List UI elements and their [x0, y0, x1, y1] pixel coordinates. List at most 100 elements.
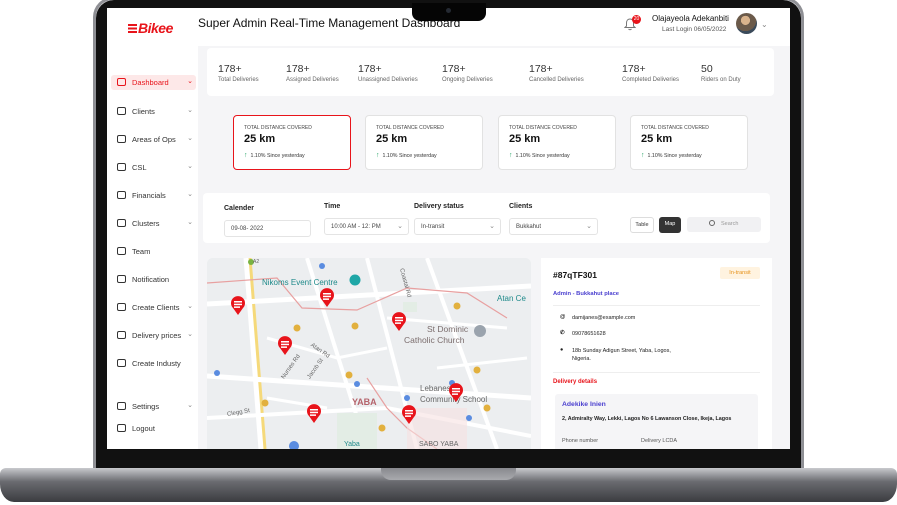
stat-completed-deliveries[interactable]: 178+ Completed Deliveries [622, 63, 679, 83]
sidebar-item-clients[interactable]: Clients ⌄ [111, 104, 196, 119]
delivery-details-title: Delivery details [553, 379, 598, 385]
delivery-pin-icon[interactable] [319, 288, 335, 308]
avatar[interactable] [736, 13, 757, 34]
delivery-map[interactable]: Nikoms Event Centre Atan Ce St Dominic C… [207, 258, 531, 449]
stat-ongoing-deliveries[interactable]: 178+ Ongoing Deliveries [442, 63, 493, 83]
search-input[interactable]: Search [687, 217, 761, 232]
recipient-name: Adekike Inien [562, 401, 606, 408]
delivery-status-select[interactable]: In-transit ⌄ [414, 218, 501, 235]
map-roads [207, 258, 531, 449]
map-label: St Dominic [427, 324, 469, 334]
distance-card[interactable]: TOTAL DISTANCE COVERED 25 km ↑ 1.10% Since … [630, 115, 748, 170]
chevron-down-icon: ⌄ [187, 191, 193, 198]
stat-riders-on-duty[interactable]: 50 Riders on Duty [701, 63, 741, 83]
chart-icon [117, 275, 126, 283]
time-label: Time [324, 203, 341, 210]
chevron-down-icon: ⌄ [397, 223, 403, 230]
chevron-down-icon: ⌄ [187, 331, 193, 338]
search-icon [709, 220, 715, 226]
table-view-button[interactable]: Table [630, 217, 654, 233]
chevron-down-icon[interactable]: ⌄ [761, 20, 768, 29]
phone-number-label: Phone number [562, 438, 599, 444]
logout-icon [117, 424, 126, 432]
delivery-pin-icon[interactable] [277, 336, 293, 356]
chevron-down-icon: ⌄ [489, 223, 495, 230]
delivery-pin-icon[interactable] [230, 296, 246, 316]
map-label: Catholic Church [404, 335, 465, 345]
contact-phone: ✆ 09078651628 [560, 330, 606, 337]
screen: Bikee Super Admin Real-Time Management D… [107, 8, 790, 449]
divider [553, 372, 760, 373]
sidebar-item-create-industy[interactable]: Create Industy [111, 356, 196, 371]
chevron-down-icon: ⌄ [187, 78, 193, 85]
dashboard-icon [117, 78, 126, 86]
status-badge: In-transit [720, 267, 760, 279]
stat-cancelled-deliveries[interactable]: 178+ Cancelled Deliveries [529, 63, 584, 83]
user-name: Olajayeola Adekanbiti [652, 14, 729, 23]
stat-unassigned-deliveries[interactable]: 178+ Unassigned Deliveries [358, 63, 418, 83]
order-id: #87qTF301 [553, 270, 597, 280]
contact-email: @ damijanes@example.com [560, 314, 636, 321]
briefcase-icon [117, 402, 126, 410]
sidebar-item-areas-of-ops[interactable]: Areas of Ops ⌄ [111, 132, 196, 147]
chevron-down-icon: ⌄ [187, 107, 193, 114]
sidebar-item-clusters[interactable]: Clusters ⌄ [111, 216, 196, 231]
chevron-down-icon: ⌄ [187, 402, 193, 409]
sidebar-item-create-clients[interactable]: Create Clients ⌄ [111, 300, 196, 315]
map-label: SABO YABA [419, 441, 459, 448]
map-label: Nikoms Event Centre [262, 278, 338, 287]
briefcase-icon [117, 331, 126, 339]
sidebar-item-csl[interactable]: CSL ⌄ [111, 160, 196, 175]
chevron-down-icon: ⌄ [187, 163, 193, 170]
delivery-status-label: Delivery status [414, 203, 464, 210]
map-label: Yaba [344, 441, 360, 448]
delivery-pin-icon[interactable] [448, 383, 464, 403]
sidebar-item-team[interactable]: Team [111, 244, 196, 259]
contact-address: ● 18b Sunday Adigun Street, Yaba, Logos, … [560, 347, 671, 362]
order-owner: Admin - Bukkahut place [553, 291, 620, 297]
map-label: A2 [253, 259, 260, 265]
recipient-address: 2, Admiralty Way, Lekki, Lagos No 6 Lawa… [562, 416, 732, 422]
time-select[interactable]: 10:00 AM - 12: PM ⌄ [324, 218, 409, 235]
delivery-lcda-label: Delivery LCDA [641, 438, 678, 444]
stat-assigned-deliveries[interactable]: 178+ Assigned Deliveries [286, 63, 339, 83]
location-pin-icon: ● [560, 347, 564, 353]
calendar-input[interactable]: 09-08- 2022 [224, 220, 311, 237]
chart-icon [117, 107, 126, 115]
chevron-down-icon: ⌄ [586, 223, 592, 230]
stat-total-deliveries[interactable]: 178+ Total Deliveries [218, 63, 259, 83]
sidebar-item-logout[interactable]: Logout [111, 421, 196, 436]
phone-icon: ✆ [560, 330, 565, 336]
briefcase-icon [117, 247, 126, 255]
order-detail-panel: #87qTF301 In-transit Admin - Bukkahut pl… [541, 258, 772, 449]
distance-card[interactable]: TOTAL DISTANCE COVERED 25 km ↑ 1.10% Since … [498, 115, 616, 170]
delivery-pin-icon[interactable] [306, 404, 322, 424]
chevron-down-icon: ⌄ [187, 219, 193, 226]
delivery-pin-icon[interactable] [391, 312, 407, 332]
distance-card[interactable]: TOTAL DISTANCE COVERED 25 km ↑ 1.10% Since … [365, 115, 483, 170]
delivery-pin-icon[interactable] [401, 405, 417, 425]
briefcase-icon [117, 219, 126, 227]
sidebar-item-settings[interactable]: Settings ⌄ [111, 399, 196, 414]
map-label: YABA [352, 397, 377, 407]
brand-logo[interactable]: Bikee [128, 20, 173, 36]
arrow-up-icon: ↑ [641, 152, 645, 159]
chart-icon [117, 359, 126, 367]
stats-bar: 178+ Total Deliveries 178+ Assigned Delive… [207, 48, 774, 96]
distance-card[interactable]: TOTAL DISTANCE COVERED 25 km ↑ 1.10% Since … [233, 115, 351, 170]
chevron-down-icon: ⌄ [187, 135, 193, 142]
clients-select[interactable]: Bukkahut ⌄ [509, 218, 598, 235]
filters-bar: Calender 09-08- 2022 Time 10:00 AM - 12:… [203, 193, 770, 243]
sidebar-item-notification[interactable]: Notification [111, 272, 196, 287]
sidebar-item-dashboard[interactable]: Dashboard ⌄ [111, 75, 196, 90]
chart-icon [117, 303, 126, 311]
briefcase-icon [117, 191, 126, 199]
sidebar-item-financials[interactable]: Financials ⌄ [111, 188, 196, 203]
map-view-button[interactable]: Map [659, 217, 681, 233]
sidebar-item-delivery-prices[interactable]: Delivery prices ⌄ [111, 328, 196, 343]
calendar-label: Calender [224, 205, 254, 212]
notification-bell-icon[interactable]: 20 [623, 15, 641, 31]
at-icon: @ [560, 314, 566, 320]
delivery-details-box: Adekike Inien 2, Admiralty Way, Lekki, L… [555, 394, 758, 449]
clients-label: Clients [509, 203, 533, 210]
